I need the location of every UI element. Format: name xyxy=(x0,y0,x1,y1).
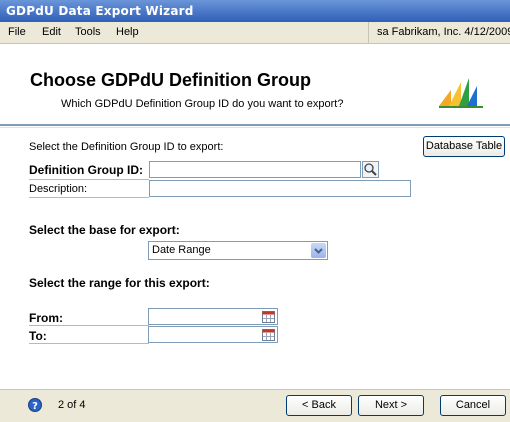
menu-help[interactable]: Help xyxy=(116,26,139,38)
description-input[interactable] xyxy=(149,180,411,197)
chevron-down-icon[interactable] xyxy=(311,243,326,258)
row-divider xyxy=(29,343,149,344)
base-heading: Select the base for export: xyxy=(29,223,180,237)
base-select[interactable]: Date Range xyxy=(148,241,328,260)
row-divider xyxy=(29,179,149,180)
description-label: Description: xyxy=(29,183,88,195)
select-prompt: Select the Definition Group ID to export… xyxy=(29,141,224,153)
to-date-input[interactable] xyxy=(148,326,278,343)
wizard-header: Choose GDPdU Definition Group Which GDPd… xyxy=(0,44,510,124)
session-info-text: sa Fabrikam, Inc. 4/12/2009 xyxy=(377,26,510,38)
wizard-footer: ? 2 of 4 < Back Next > Cancel xyxy=(0,389,510,422)
back-button[interactable]: < Back xyxy=(286,395,352,416)
session-info: sa Fabrikam, Inc. 4/12/2009 xyxy=(368,22,510,43)
page-title: Choose GDPdU Definition Group xyxy=(30,70,311,90)
svg-text:?: ? xyxy=(32,401,38,412)
page-indicator: 2 of 4 xyxy=(58,399,86,411)
wizard-body: Select the Definition Group ID to export… xyxy=(0,128,510,388)
dynamics-logo-icon xyxy=(439,78,483,108)
header-divider xyxy=(0,124,510,126)
range-heading: Select the range for this export: xyxy=(29,276,210,290)
title-bar: GDPdU Data Export Wizard xyxy=(0,0,510,22)
from-date-input[interactable] xyxy=(148,308,278,325)
window-title: GDPdU Data Export Wizard xyxy=(6,4,194,18)
base-select-value: Date Range xyxy=(152,244,211,256)
cancel-button[interactable]: Cancel xyxy=(440,395,506,416)
menu-edit[interactable]: Edit xyxy=(42,26,61,38)
menu-tools[interactable]: Tools xyxy=(75,26,101,38)
menu-file[interactable]: File xyxy=(8,26,26,38)
definition-group-input[interactable] xyxy=(149,161,361,178)
next-button[interactable]: Next > xyxy=(358,395,424,416)
database-table-button[interactable]: Database Table xyxy=(423,136,505,157)
calendar-icon[interactable] xyxy=(262,311,275,323)
from-label: From: xyxy=(29,311,63,325)
help-icon[interactable]: ? xyxy=(28,398,42,412)
magnifier-icon[interactable] xyxy=(362,161,379,178)
to-label: To: xyxy=(29,329,47,343)
row-divider xyxy=(29,325,149,326)
definition-group-label: Definition Group ID: xyxy=(29,163,143,177)
calendar-icon[interactable] xyxy=(262,329,275,341)
page-subtitle: Which GDPdU Definition Group ID do you w… xyxy=(61,98,344,110)
row-divider xyxy=(29,197,149,198)
